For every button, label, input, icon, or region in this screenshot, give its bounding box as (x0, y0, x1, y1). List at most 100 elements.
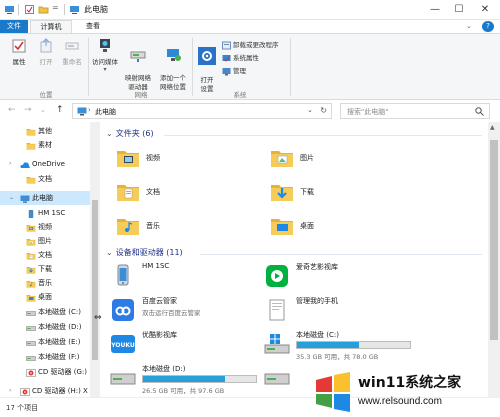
search-box[interactable]: 搜索"此电脑" (340, 103, 490, 119)
scroll-up-icon[interactable]: ▲ (490, 124, 495, 131)
search-input[interactable]: 搜索"此电脑" (347, 107, 388, 117)
system-properties-label: 系统属性 (233, 54, 259, 62)
recent-locations-button[interactable]: ⌄ (40, 106, 46, 114)
properties-icon[interactable] (24, 4, 35, 15)
sidebar-item[interactable]: CD 驱动器 (G:) (0, 365, 90, 379)
forward-button[interactable]: → (24, 105, 32, 115)
folder-item[interactable]: 音乐 (116, 214, 256, 244)
address-bar[interactable]: › 此电脑 ⌄ ↻ (72, 103, 332, 119)
system-properties-button[interactable]: 系统属性 (222, 53, 259, 64)
phone-icon (26, 209, 35, 219)
sidebar-item[interactable]: CD 驱动器 (H:) X › (0, 384, 90, 397)
sidebar-item[interactable]: 文档 (0, 172, 90, 186)
help-icon[interactable]: ? (482, 21, 494, 32)
breadcrumb[interactable]: 此电脑 (95, 107, 116, 117)
folder-icon (26, 141, 36, 150)
open-settings-button[interactable]: 打开 设置 (196, 38, 218, 94)
folder-item[interactable]: 图片 (270, 146, 410, 176)
programs-icon (222, 41, 231, 49)
watermark-title: win11系统之家 (358, 375, 462, 391)
folder-label: 视频 (146, 154, 160, 162)
sidebar-item[interactable]: 图片 (0, 234, 90, 248)
device-item[interactable]: YOUKU 优酷影视库 (110, 330, 260, 362)
ribbon: 属性 打开 重命名 位置 访问媒体 ▾ 映射网络 驱动器 添加一个 网络位置 网… (0, 33, 500, 100)
rename-button[interactable]: 重命名 (58, 38, 86, 66)
devices-header[interactable]: ⌄ 设备和驱动器 (11) (106, 247, 183, 258)
address-row: ← → ⌄ ↑ › 此电脑 ⌄ ↻ 搜索"此电脑" (0, 100, 500, 122)
back-button[interactable]: ← (8, 105, 16, 115)
pictures-folder-icon (26, 237, 36, 246)
rename-label: 重命名 (62, 58, 82, 66)
sidebar-item-label: 桌面 (38, 293, 52, 301)
map-network-drive-button[interactable]: 映射网络 驱动器 (122, 38, 154, 92)
folder-icon (26, 175, 36, 184)
device-item[interactable]: 爱奇艺影视库 (264, 262, 414, 294)
customize-quick-access-icon[interactable]: = (52, 3, 59, 12)
chevron-right-icon[interactable]: › (9, 384, 11, 397)
folder-item[interactable]: 文档 (116, 180, 256, 210)
sidebar-item[interactable]: 下载 (0, 262, 90, 276)
desktop-folder-icon (270, 214, 294, 236)
device-item[interactable]: 本地磁盘 (D:) 26.5 GB 可用，共 97.6 GB (110, 364, 260, 396)
tab-view[interactable]: 查看 (80, 20, 106, 33)
minimize-button[interactable]: — (424, 0, 446, 20)
content-scrollbar-thumb[interactable] (490, 140, 498, 340)
device-item[interactable]: 本地磁盘 (C:) 35.3 GB 可用，共 78.0 GB (264, 330, 414, 362)
open-button[interactable]: 打开 (34, 38, 58, 66)
manage-button[interactable]: 管理 (222, 66, 246, 77)
sidebar-item[interactable]: 本地磁盘 (D:) (0, 320, 90, 334)
sidebar-item[interactable]: 文档 (0, 248, 90, 262)
chevron-down-icon[interactable]: ⌄ (307, 106, 313, 114)
folders-header[interactable]: ⌄ 文件夹 (6) (106, 128, 154, 139)
sidebar-item[interactable]: 素材 (0, 138, 90, 152)
sidebar-item-label: 图片 (38, 237, 52, 245)
sidebar-item[interactable]: 本地磁盘 (C:) (0, 305, 90, 319)
close-button[interactable]: ✕ (474, 0, 496, 20)
new-folder-icon[interactable] (38, 4, 49, 15)
nav-scrollbar-thumb[interactable] (92, 200, 98, 360)
device-name: 百度云管家 (142, 297, 177, 305)
device-item[interactable]: HM 1SC (110, 262, 260, 294)
folder-label: 音乐 (146, 222, 160, 230)
folders-header-label: 文件夹 (6) (115, 129, 154, 138)
tab-file[interactable]: 文件 (0, 20, 28, 33)
folder-label: 文档 (146, 188, 160, 196)
properties-button[interactable]: 属性 (6, 38, 32, 66)
drive-icon (110, 366, 136, 390)
folder-item[interactable]: 下载 (270, 180, 410, 210)
device-name: 管理我的手机 (296, 297, 338, 305)
sidebar-item[interactable]: 本地磁盘 (F:) (0, 350, 90, 364)
device-name: 本地磁盘 (D:) (142, 365, 186, 373)
sidebar-item-label: 视频 (38, 223, 52, 231)
sidebar-item[interactable]: 桌面 (0, 290, 90, 304)
manage-label: 管理 (233, 67, 246, 75)
maximize-button[interactable]: ☐ (448, 0, 470, 20)
folder-icon (26, 127, 36, 136)
access-media-button[interactable]: 访问媒体 ▾ (90, 38, 120, 73)
device-item[interactable]: 管理我的手机 (264, 296, 414, 328)
up-button[interactable]: ↑ (56, 105, 64, 115)
folder-item[interactable]: 视频 (116, 146, 256, 176)
add-network-location-button[interactable]: 添加一个 网络位置 (156, 38, 190, 92)
sidebar-item-label: 本地磁盘 (E:) (38, 338, 81, 346)
sidebar-item[interactable]: 其他 (0, 124, 90, 138)
drive-icon (26, 338, 36, 346)
tab-computer[interactable]: 计算机 (30, 20, 72, 33)
resize-cursor-icon: ⇔ (94, 313, 102, 323)
device-item[interactable]: 百度云管家 双击运行百度云管家 (110, 296, 260, 328)
video-folder-icon (26, 223, 36, 232)
sidebar-item[interactable]: 此电脑 ⌄ (0, 191, 90, 205)
sidebar-item[interactable]: 本地磁盘 (E:) (0, 335, 90, 349)
sidebar-item[interactable]: 音乐 (0, 276, 90, 290)
chevron-right-icon[interactable]: › (9, 157, 11, 171)
chevron-down-icon[interactable]: ⌄ (9, 191, 14, 205)
uninstall-programs-button[interactable]: 卸载或更改程序 (222, 40, 279, 51)
folder-item[interactable]: 桌面 (270, 214, 410, 244)
chevron-down-icon[interactable]: ⌄ (466, 22, 472, 30)
search-icon[interactable] (475, 107, 484, 116)
refresh-icon[interactable]: ↻ (320, 106, 327, 115)
pictures-folder-icon (270, 146, 294, 168)
sidebar-item[interactable]: OneDrive › (0, 157, 90, 171)
sidebar-item[interactable]: HM 1SC (0, 206, 90, 220)
sidebar-item[interactable]: 视频 (0, 220, 90, 234)
